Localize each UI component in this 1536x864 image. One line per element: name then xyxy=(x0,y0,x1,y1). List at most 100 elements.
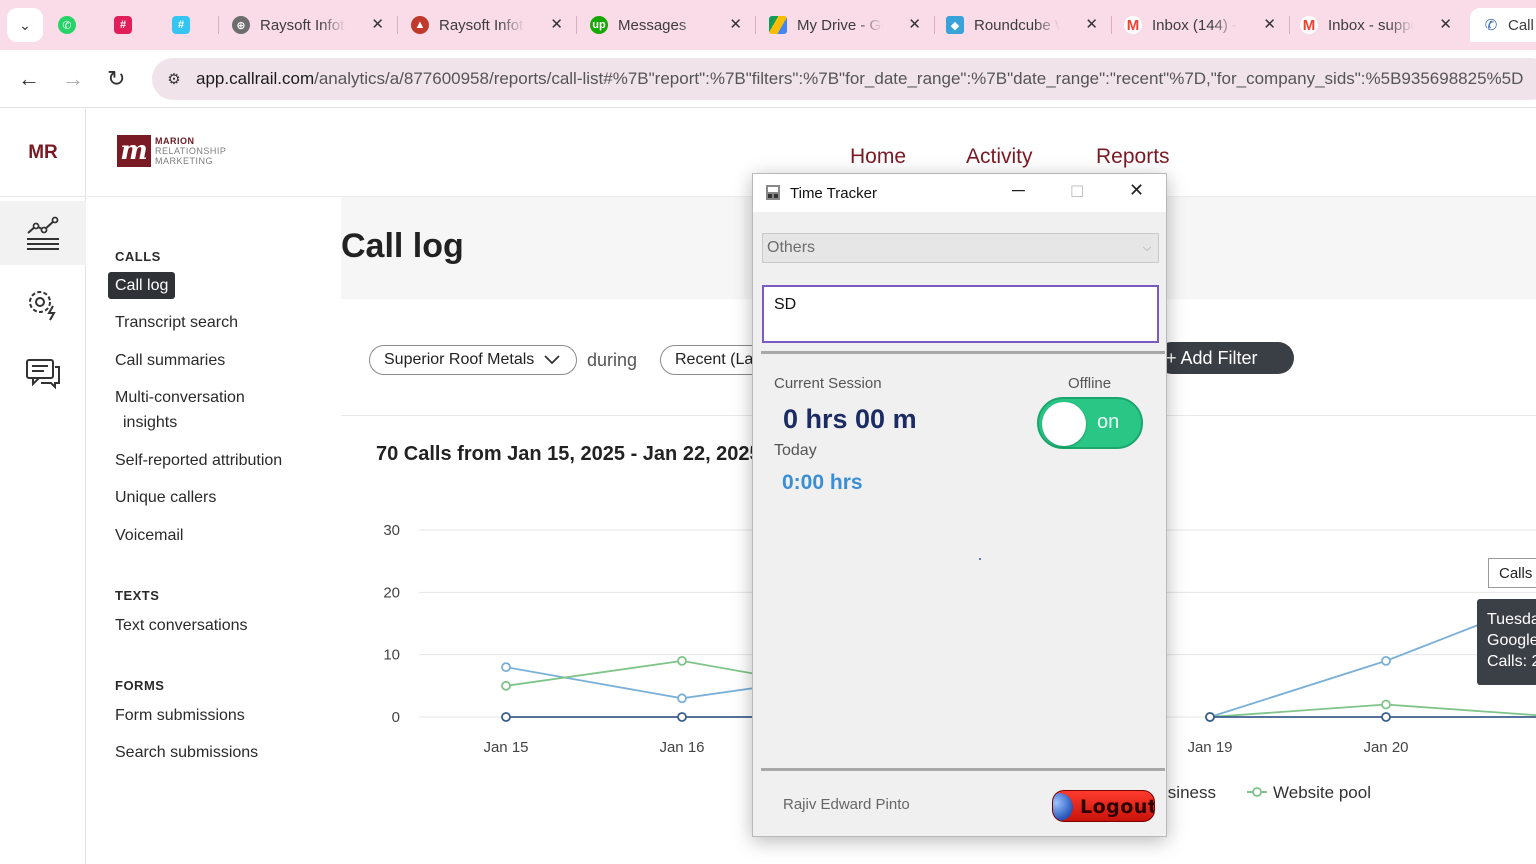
subnav-text-conversations[interactable]: Text conversations xyxy=(115,613,248,638)
section-title-texts: TEXTS xyxy=(115,588,160,603)
tab-separator xyxy=(1289,16,1290,34)
forward-arrow-icon[interactable]: → xyxy=(62,66,84,92)
url-host: app.callrail.com xyxy=(196,69,315,88)
tab-whatsapp[interactable]: ✆ xyxy=(58,8,98,42)
tab-title: Raysoft Infotech xyxy=(260,16,346,34)
data-point xyxy=(677,712,687,722)
y-tick-label: 0 xyxy=(392,709,400,726)
browser-toolbar: ← → ↻ ⚙ app.callrail.com/analytics/a/877… xyxy=(0,50,1536,108)
tab-slack-1[interactable]: # xyxy=(114,8,154,42)
logo-line: MARION xyxy=(155,136,195,146)
analytics-nav[interactable] xyxy=(0,201,86,265)
tab-raysoft-2[interactable]: ▲ Raysoft Infotech ✕ xyxy=(411,8,571,42)
tab-raysoft-1[interactable]: ⊕ Raysoft Infotech ✕ xyxy=(232,8,392,42)
tab-messages[interactable]: up Messages ✕ xyxy=(590,8,750,42)
close-icon[interactable]: ✕ xyxy=(1129,180,1144,201)
slack-icon: # xyxy=(114,16,132,34)
nav-activity[interactable]: Activity xyxy=(966,145,1033,169)
logo-line: RELATIONSHIP xyxy=(155,146,227,156)
task-note-input[interactable]: SD xyxy=(762,285,1159,343)
section-title-forms: FORMS xyxy=(115,678,165,693)
section-title-calls: CALLS xyxy=(115,249,161,264)
url-text: app.callrail.com/analytics/a/877600958/r… xyxy=(196,69,1523,89)
divider xyxy=(761,351,1165,354)
tab-slack-2[interactable]: # xyxy=(172,8,212,42)
subnav-multi-conversation-insights-line2[interactable]: insights xyxy=(123,410,177,435)
globe-icon: ⊕ xyxy=(232,16,250,34)
address-bar[interactable]: ⚙ app.callrail.com/analytics/a/877600958… xyxy=(152,58,1536,100)
tab-title: Inbox - support xyxy=(1328,16,1414,34)
close-icon[interactable]: ✕ xyxy=(550,15,563,33)
close-icon[interactable]: ✕ xyxy=(1439,15,1452,33)
subnav-voicemail[interactable]: Voicemail xyxy=(115,523,183,548)
graduation-cap-icon: ▲ xyxy=(411,16,429,34)
data-point xyxy=(501,712,511,722)
reload-icon[interactable]: ↻ xyxy=(107,66,125,92)
site-info-icon[interactable]: ⚙ xyxy=(162,67,186,91)
time-tracker-titlebar: Time Tracker ─ ☐ ✕ xyxy=(753,174,1166,212)
subnav-multi-conversation-insights[interactable]: Multi-conversation xyxy=(115,385,245,410)
divider xyxy=(761,768,1165,771)
minimize-icon[interactable]: ─ xyxy=(1012,180,1025,201)
close-icon[interactable]: ✕ xyxy=(1263,15,1276,33)
logout-label: Logout xyxy=(1080,796,1155,818)
settings-nav[interactable] xyxy=(0,272,86,336)
gmail-icon: M xyxy=(1124,16,1142,34)
time-tracker-app-icon xyxy=(766,185,780,200)
x-tick-label: Jan 16 xyxy=(659,739,704,756)
gmail-icon: M xyxy=(1300,16,1318,34)
time-tracker-body: Others ⌵ SD Current Session Offline 0 hr… xyxy=(753,212,1166,836)
data-point xyxy=(1381,655,1391,666)
logo-wordmark: MARION RELATIONSHIP MARKETING xyxy=(155,136,226,166)
user-avatar[interactable]: MR xyxy=(0,109,86,197)
subnav-unique-callers[interactable]: Unique callers xyxy=(115,485,216,510)
chat-bubbles-icon xyxy=(26,359,60,390)
data-point xyxy=(1205,712,1215,722)
subnav-self-reported-attribution[interactable]: Self-reported attribution xyxy=(115,448,282,473)
tab-separator xyxy=(576,16,577,34)
subnav-form-submissions[interactable]: Form submissions xyxy=(115,703,245,728)
y-tick-label: 10 xyxy=(383,647,400,664)
nav-home[interactable]: Home xyxy=(850,145,906,169)
nav-reports[interactable]: Reports xyxy=(1096,145,1170,169)
project-select[interactable]: Others ⌵ xyxy=(762,233,1159,263)
close-icon[interactable]: ✕ xyxy=(908,15,921,33)
subnav-call-summaries[interactable]: Call summaries xyxy=(115,348,225,373)
roundcube-icon: ◆ xyxy=(946,16,964,34)
subnav-call-log[interactable]: Call log xyxy=(108,272,176,299)
calls-metric-box[interactable]: Calls xyxy=(1488,558,1536,588)
browser-tab-strip: ⌄ ✆ # # ⊕ Raysoft Infotech ✕ ▲ Raysoft I… xyxy=(0,0,1536,50)
tab-google-drive[interactable]: My Drive - Google Drive ✕ xyxy=(769,8,929,42)
back-arrow-icon[interactable]: ← xyxy=(18,66,40,92)
toggle-label: on xyxy=(1097,411,1120,433)
legend-swatch-marker xyxy=(1252,787,1262,797)
close-icon[interactable]: ✕ xyxy=(371,15,384,33)
data-point xyxy=(501,680,511,691)
data-point xyxy=(677,693,687,704)
online-toggle[interactable]: on xyxy=(1037,397,1143,449)
data-point xyxy=(1381,712,1391,722)
maximize-icon[interactable]: ☐ xyxy=(1070,182,1084,202)
company-logo[interactable]: m MARION RELATIONSHIP MARKETING xyxy=(117,135,226,167)
subnav-search-submissions[interactable]: Search submissions xyxy=(115,740,258,765)
close-icon[interactable]: ✕ xyxy=(1085,15,1098,33)
tab-gmail-1[interactable]: M Inbox (144) - ✕ xyxy=(1124,8,1284,42)
conversations-nav[interactable] xyxy=(0,341,86,405)
tab-callrail-active[interactable]: ✆ Call xyxy=(1470,8,1536,42)
tab-gmail-2[interactable]: M Inbox - support ✕ xyxy=(1300,8,1460,42)
tooltip-line: Tuesday xyxy=(1487,611,1536,628)
google-drive-icon xyxy=(769,16,787,34)
tab-title: Raysoft Infotech xyxy=(439,16,525,34)
tab-search-button[interactable]: ⌄ xyxy=(7,8,43,42)
logout-button[interactable]: Logout xyxy=(1052,790,1155,822)
tooltip-line: Calls: 2 xyxy=(1487,653,1536,670)
data-point xyxy=(677,655,687,666)
tab-roundcube[interactable]: ◆ Roundcube Webmail ✕ xyxy=(946,8,1106,42)
window-title: Time Tracker xyxy=(790,185,877,202)
y-tick-label: 30 xyxy=(383,522,400,539)
subnav-transcript-search[interactable]: Transcript search xyxy=(115,310,238,335)
tab-title: Inbox (144) - xyxy=(1152,16,1238,34)
loading-dot xyxy=(979,558,981,560)
close-icon[interactable]: ✕ xyxy=(729,15,742,33)
series-line xyxy=(1209,703,1536,718)
